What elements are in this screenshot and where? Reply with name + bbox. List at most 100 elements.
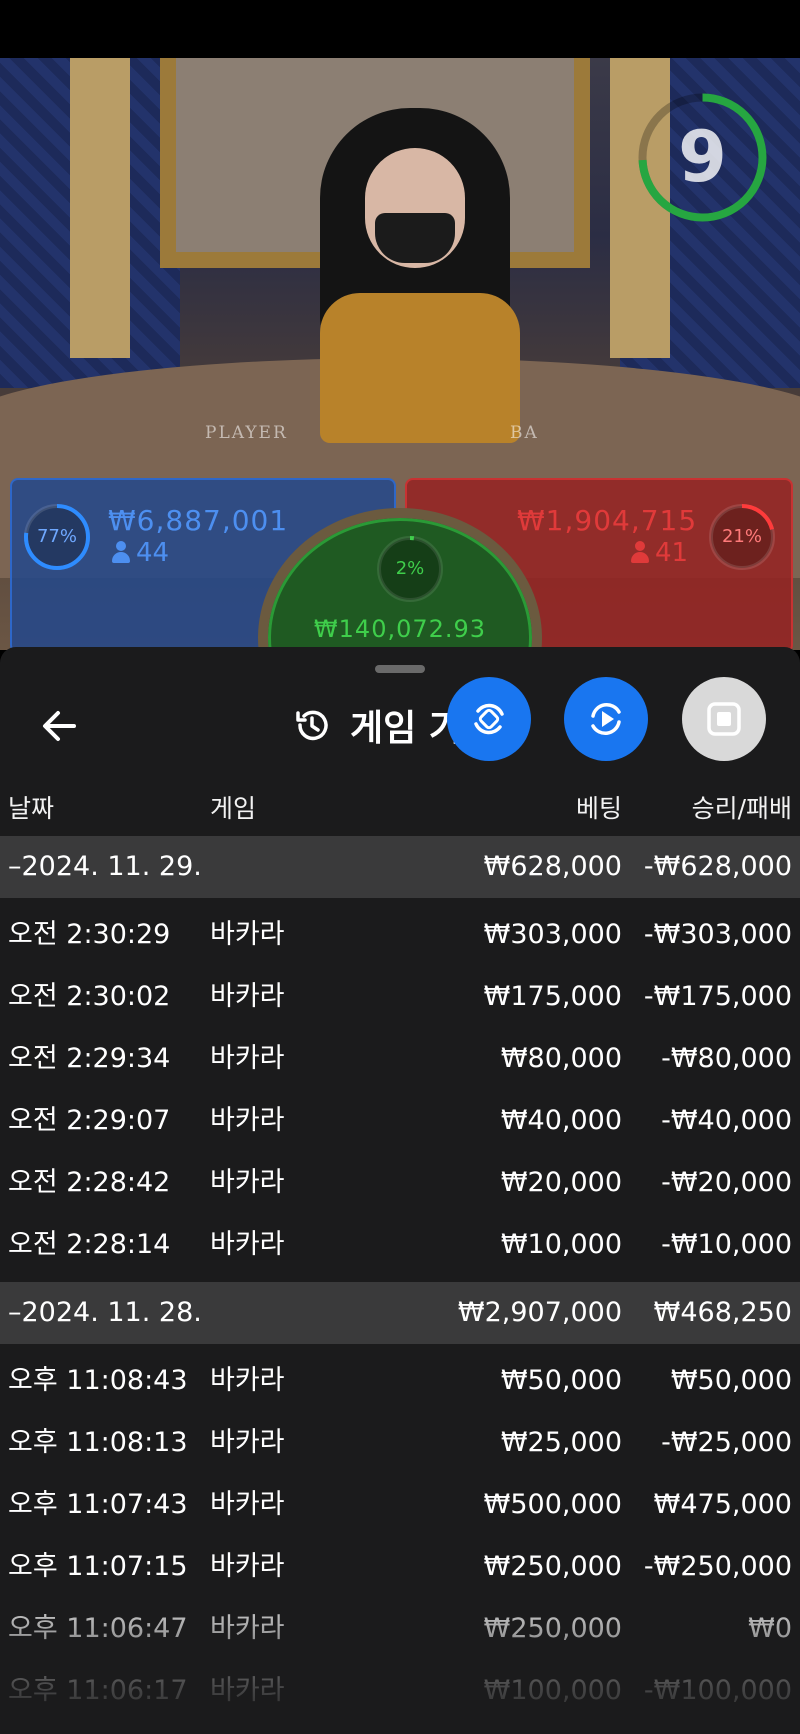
row-time: 오전 2:29:34 — [8, 1043, 171, 1074]
group-win-loss-total: ₩468,250 — [653, 1297, 792, 1328]
history-row[interactable]: 오전 2:28:42 바카라 ₩20,000 -₩20,000 — [0, 1152, 800, 1214]
row-win-loss: -₩175,000 — [643, 981, 792, 1012]
replay-button[interactable] — [564, 677, 648, 761]
row-game: 바카라 — [210, 1365, 285, 1396]
history-row[interactable]: 오전 2:30:02 바카라 ₩175,000 -₩175,000 — [0, 966, 800, 1028]
row-win-loss: -₩20,000 — [661, 1167, 792, 1198]
replay-icon — [591, 703, 621, 735]
row-win-loss: -₩10,000 — [661, 1229, 792, 1260]
group-date: –2024. 11. 29. — [8, 851, 202, 882]
row-win-loss: -₩250,000 — [643, 1551, 792, 1582]
history-row[interactable]: 오후 11:06:47 바카라 ₩250,000 ₩0 — [0, 1598, 800, 1660]
history-row[interactable]: 오후 11:07:43 바카라 ₩500,000 ₩475,000 — [0, 1474, 800, 1536]
row-game: 바카라 — [210, 981, 285, 1012]
history-row[interactable]: 오후 11:08:13 바카라 ₩25,000 -₩25,000 — [0, 1412, 800, 1474]
row-time: 오전 2:28:42 — [8, 1167, 171, 1198]
row-bet: ₩80,000 — [500, 1043, 622, 1074]
row-bet: ₩10,000 — [500, 1229, 622, 1260]
column-header-bet: 베팅 — [575, 794, 622, 823]
row-time: 오후 11:07:15 — [8, 1551, 188, 1582]
row-game: 바카라 — [210, 919, 285, 950]
row-win-loss: -₩25,000 — [661, 1427, 792, 1458]
column-header-game: 게임 — [210, 794, 257, 823]
group-win-loss-total: -₩628,000 — [643, 851, 792, 882]
player-percent: 77% — [36, 526, 77, 547]
rotate-button[interactable] — [447, 677, 531, 761]
row-game: 바카라 — [210, 1489, 285, 1520]
row-win-loss: -₩80,000 — [661, 1043, 792, 1074]
row-bet: ₩500,000 — [483, 1489, 622, 1520]
row-game: 바카라 — [210, 1043, 285, 1074]
banker-count-value: 41 — [655, 538, 689, 568]
person-icon — [631, 541, 649, 563]
row-time: 오후 11:07:43 — [8, 1489, 188, 1520]
status-bar — [0, 0, 800, 58]
row-time: 오전 2:28:14 — [8, 1229, 171, 1260]
row-win-loss: ₩0 — [748, 1613, 792, 1644]
banker-count: 41 — [631, 538, 688, 568]
player-count: 44 — [112, 538, 169, 568]
dealer-mask — [375, 213, 455, 263]
countdown-timer: 9 — [635, 90, 770, 225]
row-win-loss: -₩100,000 — [643, 1675, 792, 1706]
history-row[interactable]: 오전 2:28:14 바카라 ₩10,000 -₩10,000 — [0, 1214, 800, 1276]
row-bet: ₩50,000 — [500, 1365, 622, 1396]
history-row[interactable]: 오후 11:07:15 바카라 ₩250,000 -₩250,000 — [0, 1536, 800, 1598]
date-group-header[interactable]: –2024. 11. 29. ₩628,000 -₩628,000 — [0, 836, 800, 898]
row-time: 오후 11:08:43 — [8, 1365, 188, 1396]
rotate-icon — [474, 703, 504, 735]
column-header-date: 날짜 — [8, 794, 55, 823]
stop-button[interactable] — [682, 677, 766, 761]
row-bet: ₩20,000 — [500, 1167, 622, 1198]
sheet-drag-handle[interactable] — [375, 665, 425, 673]
row-time: 오후 11:06:17 — [8, 1675, 188, 1706]
dealer — [300, 108, 530, 443]
column-header-win-loss: 승리/패배 — [691, 794, 792, 823]
group-bet-total: ₩2,907,000 — [457, 1297, 622, 1328]
row-bet: ₩100,000 — [483, 1675, 622, 1706]
table-label-banker: BA — [510, 423, 539, 443]
table-label-player: PLAYER — [205, 423, 288, 443]
date-group-header[interactable]: –2024. 11. 28. ₩2,907,000 ₩468,250 — [0, 1282, 800, 1344]
banker-amount: ₩1,904,715 — [517, 504, 698, 537]
timer-value: 9 — [678, 116, 727, 198]
group-date: –2024. 11. 28. — [8, 1297, 202, 1328]
row-game: 바카라 — [210, 1613, 285, 1644]
player-count-value: 44 — [136, 538, 170, 568]
sheet-header: 게임 기 — [292, 695, 462, 755]
row-game: 바카라 — [210, 1675, 285, 1706]
row-time: 오전 2:29:07 — [8, 1105, 171, 1136]
row-win-loss: ₩50,000 — [670, 1365, 792, 1396]
stop-icon — [707, 702, 741, 736]
player-amount: ₩6,887,001 — [108, 504, 289, 537]
history-row[interactable]: 오전 2:29:07 바카라 ₩40,000 -₩40,000 — [0, 1090, 800, 1152]
history-row[interactable]: 오후 11:08:43 바카라 ₩50,000 ₩50,000 — [0, 1350, 800, 1412]
dealer-body — [320, 293, 520, 443]
banker-percent: 21% — [721, 526, 762, 547]
row-game: 바카라 — [210, 1229, 285, 1260]
row-win-loss: -₩40,000 — [661, 1105, 792, 1136]
row-bet: ₩175,000 — [483, 981, 622, 1012]
pillar-left — [70, 58, 130, 358]
row-bet: ₩25,000 — [500, 1427, 622, 1458]
row-win-loss: -₩303,000 — [643, 919, 792, 950]
back-arrow-icon — [43, 711, 76, 741]
history-row[interactable]: 오전 2:29:34 바카라 ₩80,000 -₩80,000 — [0, 1028, 800, 1090]
row-bet: ₩40,000 — [500, 1105, 622, 1136]
history-row[interactable]: 오후 11:06:17 바카라 ₩100,000 -₩100,000 — [0, 1660, 800, 1722]
row-bet: ₩250,000 — [483, 1613, 622, 1644]
row-bet: ₩303,000 — [483, 919, 622, 950]
row-time: 오전 2:30:02 — [8, 981, 171, 1012]
row-game: 바카라 — [210, 1105, 285, 1136]
game-history-sheet: 게임 기 날짜 게임 베팅 승리/패배 –2024. 11. 29. ₩628,… — [0, 647, 800, 1734]
back-button[interactable] — [36, 702, 84, 750]
tie-amount: ₩140,072.93 — [313, 615, 487, 643]
row-game: 바카라 — [210, 1167, 285, 1198]
row-win-loss: ₩475,000 — [653, 1489, 792, 1520]
history-row[interactable]: 오전 2:30:29 바카라 ₩303,000 -₩303,000 — [0, 904, 800, 966]
row-time: 오후 11:06:47 — [8, 1613, 188, 1644]
page-title: 게임 기 — [350, 708, 462, 749]
row-game: 바카라 — [210, 1551, 285, 1582]
row-bet: ₩250,000 — [483, 1551, 622, 1582]
person-icon — [112, 541, 130, 563]
